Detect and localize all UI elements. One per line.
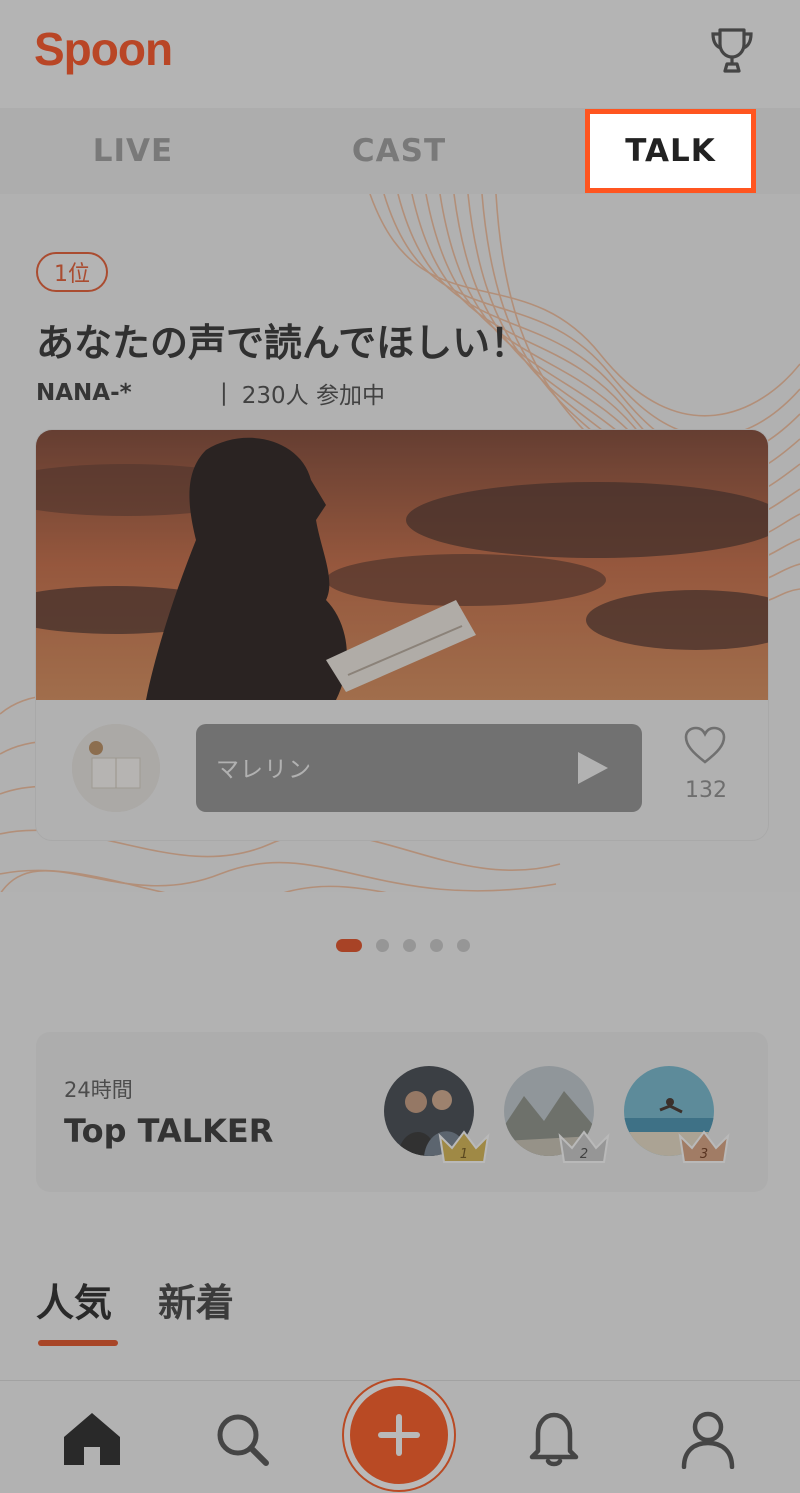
sort-tab-indicator (38, 1340, 118, 1346)
profile-icon[interactable] (680, 1409, 736, 1469)
host-name[interactable]: NANA-* (36, 380, 220, 406)
bell-icon[interactable] (526, 1407, 582, 1467)
search-icon[interactable] (214, 1411, 270, 1467)
create-talk-button[interactable] (344, 1380, 454, 1490)
voice-reply-player[interactable]: マレリン (196, 724, 642, 812)
carousel-indicator (336, 938, 484, 952)
featured-talk-banner[interactable]: 1位 あなたの声で読んでほしい！ NANA-* | 230人 参加中 マレリン … (0, 194, 800, 892)
talk-card[interactable]: マレリン 132 (36, 430, 768, 840)
crown-rank-1-icon: 1 (438, 1130, 490, 1163)
talk-meta: NANA-* | 230人 参加中 (36, 376, 385, 410)
reply-speaker-name: マレリン (216, 757, 312, 783)
tab-cast[interactable]: CAST (314, 108, 484, 194)
talk-title[interactable]: あなたの声で読んでほしい！ (36, 312, 528, 367)
crown-rank-1-label: 1 (460, 1147, 468, 1162)
home-icon[interactable] (62, 1411, 122, 1467)
carousel-dot[interactable] (376, 938, 389, 952)
sort-tab-popular[interactable]: 人気 (36, 1272, 112, 1327)
reply-bar: マレリン 132 (36, 700, 768, 840)
talk-screen: Spoon LIVE CAST 1位 あなたの声で読んでほしい！ NANA-* … (0, 0, 800, 1493)
carousel-dot[interactable] (403, 938, 416, 952)
crown-rank-3-icon: 3 (678, 1130, 730, 1163)
like-count: 132 (685, 778, 727, 803)
carousel-dot[interactable] (430, 938, 443, 952)
crown-rank-2-label: 2 (580, 1147, 588, 1162)
top-talker-title: Top TALKER (64, 1112, 274, 1150)
spoon-logo[interactable]: Spoon (34, 22, 173, 76)
carousel-dot-active[interactable] (336, 938, 362, 952)
app-header: Spoon (0, 0, 800, 108)
play-icon[interactable] (576, 750, 610, 786)
trophy-icon[interactable] (706, 24, 758, 76)
sort-tab-new[interactable]: 新着 (158, 1272, 234, 1327)
top-talker-card[interactable]: 24時間 Top TALKER 1 2 3 (36, 1032, 768, 1192)
participant-count: 230人 参加中 (241, 383, 385, 409)
tab-live[interactable]: LIVE (48, 108, 218, 194)
rank-badge: 1位 (36, 252, 108, 292)
meta-separator: | (220, 380, 228, 406)
crown-rank-3-label: 3 (700, 1147, 708, 1162)
carousel-dot[interactable] (457, 938, 470, 952)
top-talker-period: 24時間 (64, 1078, 133, 1102)
reply-user-avatar[interactable] (72, 724, 160, 812)
plus-icon (378, 1414, 420, 1456)
talk-cover-image (36, 430, 768, 700)
heart-icon[interactable] (684, 726, 726, 764)
tab-talk[interactable]: TALK (585, 109, 756, 193)
crown-rank-2-icon: 2 (558, 1130, 610, 1163)
